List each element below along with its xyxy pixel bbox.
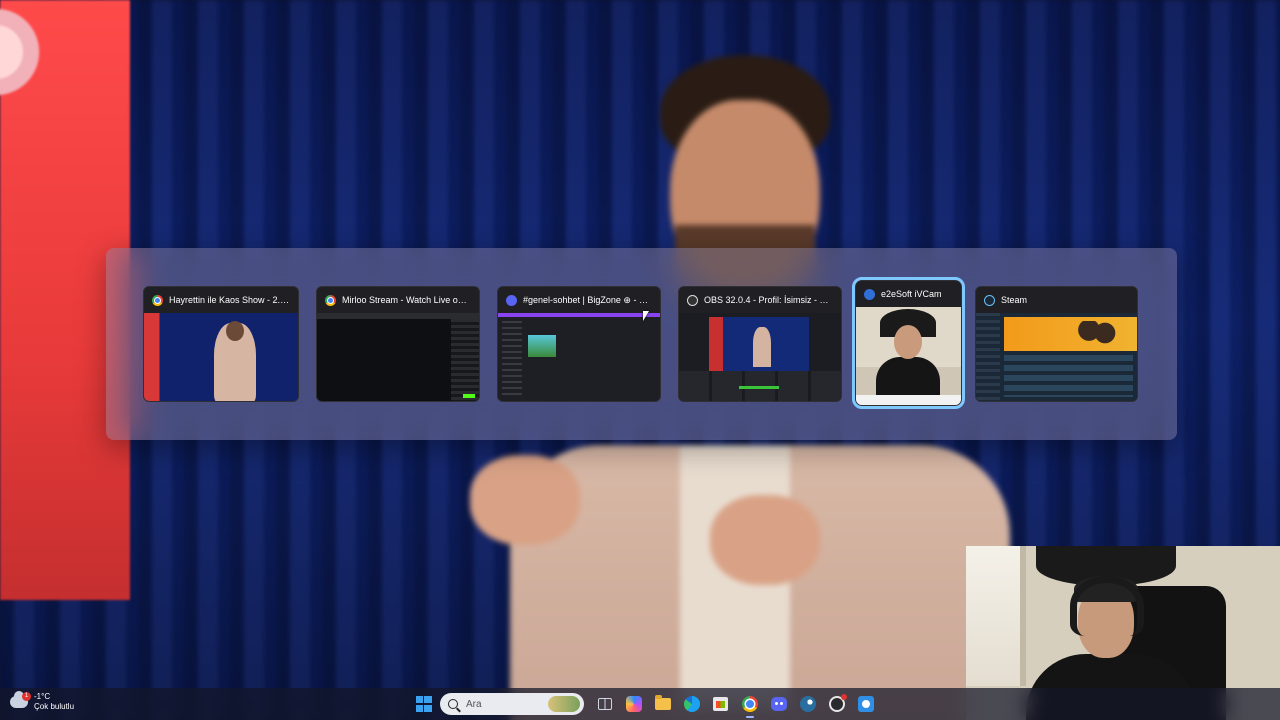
window-card-title-bar: #genel-sohbet | BigZone ⊕ - Disco... [498,287,660,313]
task-view-button[interactable] [590,688,619,720]
steam-icon [984,294,995,306]
cloud-icon: 1 [10,691,31,708]
obs-icon [687,294,698,306]
chrome-icon [152,294,163,306]
file-explorer-button[interactable] [648,688,677,720]
camera-icon [864,288,875,300]
window-thumbnail [317,313,479,401]
window-card-title: e2eSoft iVCam [881,289,942,299]
window-card-title: Hayrettin ile Kaos Show - 2.Sezo... [169,295,290,305]
discord-icon [770,697,787,711]
start-button[interactable] [409,688,438,720]
thumbnail-head [894,325,922,359]
search-icon [448,699,458,709]
window-switcher: Hayrettin ile Kaos Show - 2.Sezo... Mirl… [106,248,1177,440]
weather-condition: Çok bulutlu [34,702,75,711]
window-card-ivcam[interactable]: e2eSoft iVCam [852,277,965,409]
window-card-title-bar: Hayrettin ile Kaos Show - 2.Sezo... [144,287,298,313]
task-view-icon [597,698,612,710]
edge-button[interactable] [677,688,706,720]
thumbnail-channel-list [502,321,522,397]
headset-icon [1070,576,1144,636]
window-card-title: Steam [1001,295,1028,305]
window-card-title-bar: Steam [976,287,1137,313]
taskbar: 1 -1°C Çok bulutlu Ara [0,688,1280,720]
window-card-title-bar: OBS 32.0.4 - Profil: İsimsiz - Sahnel... [679,287,841,313]
discord-button[interactable] [764,688,793,720]
chrome-icon [325,294,336,306]
camera-icon [857,696,874,712]
store-icon [713,697,728,711]
window-card-kick-stream[interactable]: Mirloo Stream - Watch Live on Kick... [316,286,480,402]
obs-icon [828,694,847,712]
windows-icon [415,696,432,712]
edge-icon [683,696,700,712]
window-thumbnail [976,313,1137,401]
window-card-kaos-show[interactable]: Hayrettin ile Kaos Show - 2.Sezo... [143,286,299,402]
window-thumbnail [856,307,961,405]
obs-button[interactable] [822,688,851,720]
window-card-title: #genel-sohbet | BigZone ⊕ - Disco... [523,294,652,305]
window-thumbnail [498,313,660,401]
window-card-title-bar: e2eSoft iVCam [856,281,961,307]
window-thumbnail [679,313,841,401]
thumbnail-preview [709,317,809,371]
thumbnail-nav [976,313,1000,401]
weather-temperature: -1°C [34,692,51,701]
weather-widget[interactable]: 1 -1°C Çok bulutlu [10,691,74,712]
store-button[interactable] [706,688,735,720]
search-box[interactable]: Ara [440,693,584,715]
notification-badge: 1 [22,692,31,701]
window-thumbnail [144,313,298,401]
chrome-button[interactable] [735,688,764,720]
thumbnail-banner [498,313,660,317]
steam-icon [799,696,816,712]
discord-icon [506,294,517,306]
folder-icon [654,695,671,710]
window-card-title: OBS 32.0.4 - Profil: İsimsiz - Sahnel... [704,295,833,305]
thumbnail-audio-meter [739,386,779,389]
thumbnail-chat [451,319,479,401]
chrome-icon [741,696,758,712]
thumbnail-presenter [214,321,256,401]
weather-text: -1°C Çok bulutlu [34,692,74,712]
thumbnail-hero-banner [1004,317,1137,351]
ivcam-button[interactable] [851,688,880,720]
taskbar-apps: Ara [409,688,880,720]
steam-button[interactable] [793,688,822,720]
copilot-icon [625,696,642,712]
thumbnail-live-indicator [463,394,475,398]
thumbnail-controls [856,395,961,405]
panel-logo [0,0,50,130]
thumbnail-list [1004,355,1133,397]
presenter-left-hand [470,455,580,545]
presenter-right-hand [710,495,820,585]
window-card-discord[interactable]: #genel-sohbet | BigZone ⊕ - Disco... [497,286,661,402]
webcam-room-window [966,546,1026,686]
window-card-obs[interactable]: OBS 32.0.4 - Profil: İsimsiz - Sahnel... [678,286,842,402]
window-card-title-bar: Mirloo Stream - Watch Live on Kick... [317,287,479,313]
mouse-cursor [643,311,649,321]
window-card-title: Mirloo Stream - Watch Live on Kick... [342,295,471,305]
window-card-steam[interactable]: Steam [975,286,1138,402]
search-highlight-image [548,696,580,712]
search-placeholder: Ara [466,698,482,710]
copilot-button[interactable] [619,688,648,720]
thumbnail-embed [528,335,556,357]
